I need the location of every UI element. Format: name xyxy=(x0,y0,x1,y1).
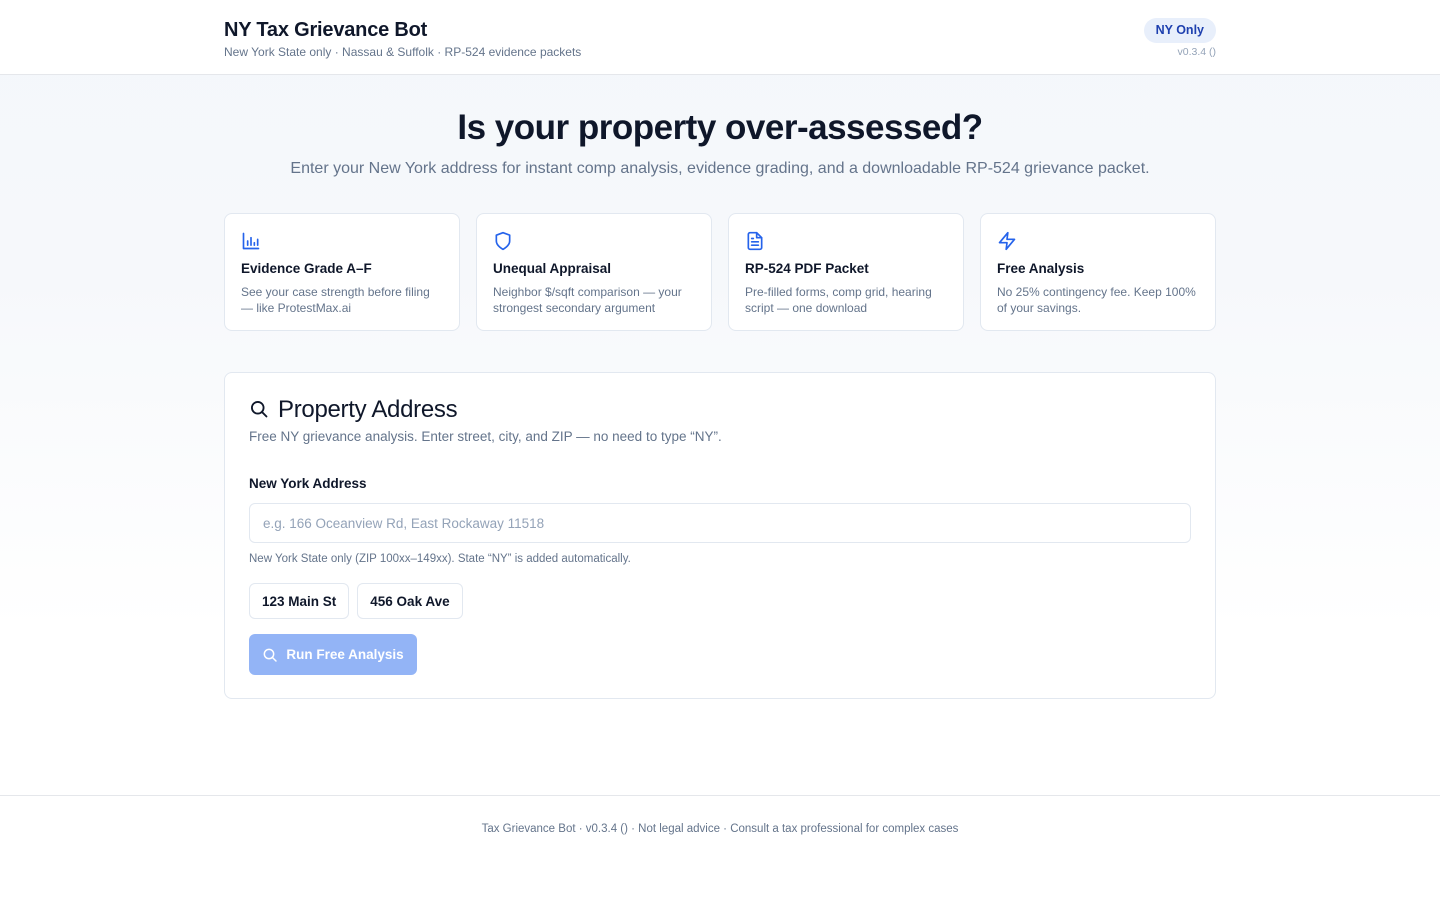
property-address-title: Property Address xyxy=(278,396,458,423)
app-subtitle: New York State only · Nassau & Suffolk ·… xyxy=(224,45,582,59)
search-icon xyxy=(251,401,268,418)
feature-title: RP-524 PDF Packet xyxy=(745,261,869,276)
top-header: NY Tax Grievance Bot New York State only… xyxy=(0,0,1440,75)
feature-title: Free Analysis xyxy=(997,261,1085,276)
suggestion-456-oak-ave[interactable]: 456 Oak Ave xyxy=(357,583,463,619)
property-address-subtitle: Free NY grievance analysis. Enter street… xyxy=(249,429,722,444)
search-icon xyxy=(263,648,278,662)
document-icon xyxy=(747,231,763,251)
version-label: v0.3.4 () xyxy=(1177,46,1216,58)
address-field-label: New York Address xyxy=(249,476,367,491)
header-container: NY Tax Grievance Bot New York State only… xyxy=(224,0,1216,75)
feature-description: See your case strength before filing — l… xyxy=(241,285,430,315)
feature-title: Evidence Grade A–F xyxy=(241,261,372,276)
shield-icon xyxy=(495,231,511,251)
address-input[interactable] xyxy=(249,503,1191,543)
run-free-analysis-button[interactable]: Run Free Analysis xyxy=(249,634,417,675)
address-suggestions: 123 Main St 456 Oak Ave xyxy=(249,583,463,619)
feature-card-free-analysis: Free Analysis No 25% contingency fee. Ke… xyxy=(980,213,1216,331)
ny-only-badge: NY Only xyxy=(1143,18,1216,43)
feature-description: Neighbor $/sqft comparison — your strong… xyxy=(493,285,682,315)
footer-text: Tax Grievance Bot · v0.3.4 () · Not lega… xyxy=(481,823,959,835)
feature-card-pdf-packet: RP-524 PDF Packet Pre-filled forms, comp… xyxy=(728,213,964,331)
run-free-analysis-label: Run Free Analysis xyxy=(286,647,404,662)
app-title[interactable]: NY Tax Grievance Bot xyxy=(224,19,427,42)
hero-subtitle: Enter your New York address for instant … xyxy=(290,160,1150,177)
feature-cards: Evidence Grade A–F See your case strengt… xyxy=(224,213,1216,331)
address-hint: New York State only (ZIP 100xx–149xx). S… xyxy=(249,553,631,565)
suggestion-123-main-st[interactable]: 123 Main St xyxy=(249,583,350,619)
bar-chart-icon xyxy=(242,232,260,250)
feature-card-unequal-appraisal: Unequal Appraisal Neighbor $/sqft compar… xyxy=(476,213,712,331)
hero-title: Is your property over-assessed? xyxy=(457,108,983,147)
property-address-card: Property Address Free NY grievance analy… xyxy=(224,372,1216,699)
feature-title: Unequal Appraisal xyxy=(493,261,612,276)
feature-description: No 25% contingency fee. Keep 100% of you… xyxy=(997,285,1196,315)
feature-card-evidence-grade: Evidence Grade A–F See your case strengt… xyxy=(224,213,460,331)
lightning-icon xyxy=(998,231,1016,251)
page-footer: Tax Grievance Bot · v0.3.4 () · Not lega… xyxy=(0,795,1440,900)
feature-description: Pre-filled forms, comp grid, hearing scr… xyxy=(745,285,932,315)
